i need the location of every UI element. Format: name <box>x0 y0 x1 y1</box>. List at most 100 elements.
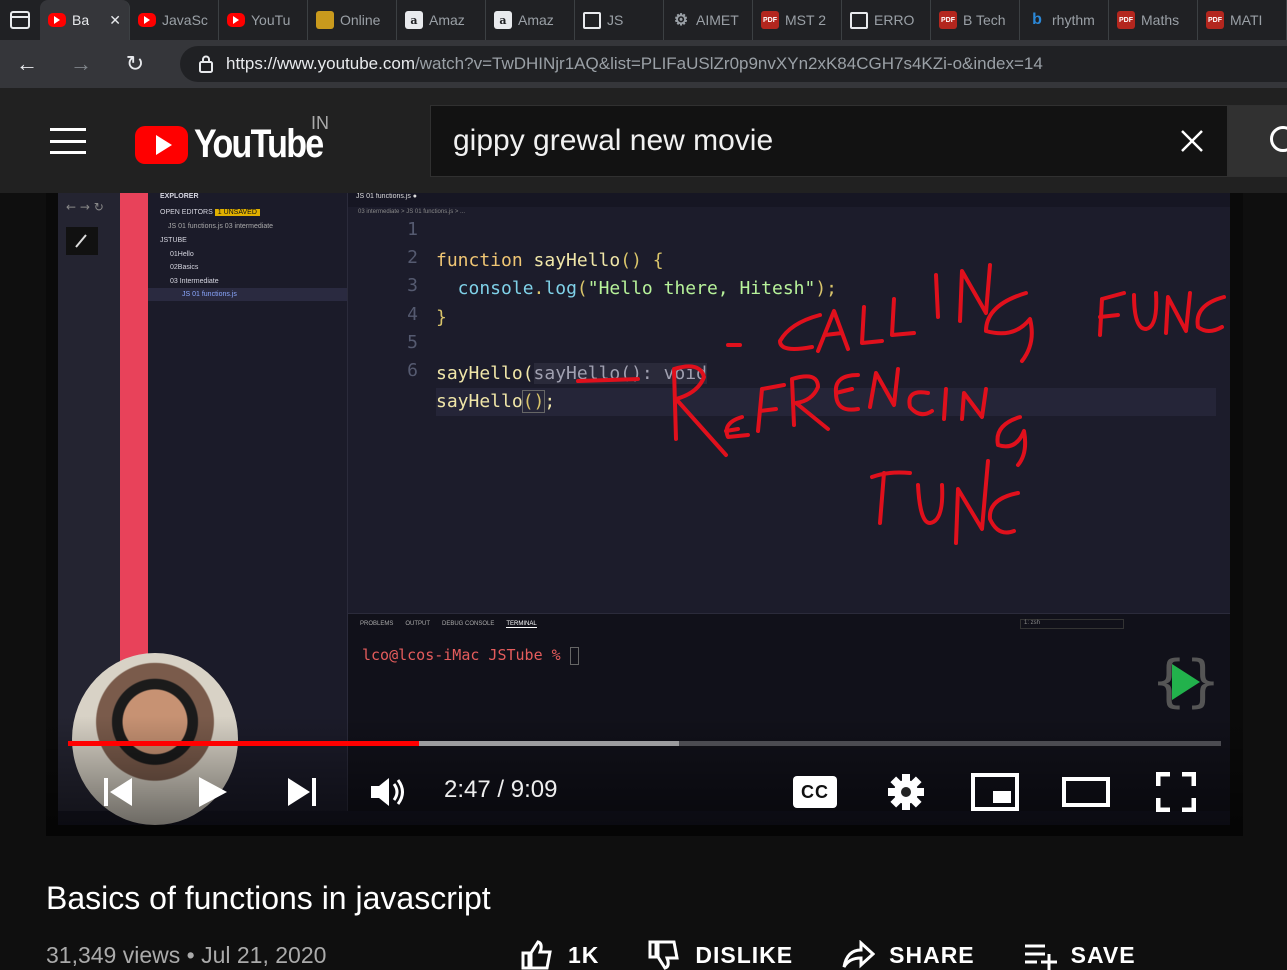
browser-tab[interactable]: Online <box>308 0 397 40</box>
playlist-add-icon <box>1024 944 1057 970</box>
browser-tab-bar: Ba ✕ JavaSc YouTu Online a Amaz a Amaz JS ⚙ AIMET PD… <box>0 0 1287 40</box>
tab-title: MATI <box>1230 12 1263 28</box>
like-button[interactable]: 1K <box>520 940 599 970</box>
tab-title: Amaz <box>518 12 554 28</box>
browser-tab[interactable]: b rhythm <box>1020 0 1109 40</box>
lock-icon <box>199 55 213 73</box>
mute-button[interactable] <box>368 770 408 814</box>
subtitles-button[interactable]: CC <box>792 770 838 814</box>
pdf-icon: PDF <box>1117 11 1135 29</box>
pdf-icon: PDF <box>939 11 957 29</box>
address-bar[interactable]: https://www.youtube.com/watch?v=TwDHINjr… <box>180 46 1287 82</box>
fullscreen-icon <box>1156 772 1196 812</box>
tab-actions-icon <box>10 11 30 29</box>
miniplayer-icon <box>971 773 1019 811</box>
search-input[interactable]: gippy grewal new movie <box>430 105 1228 177</box>
close-tab-icon[interactable]: ✕ <box>109 12 121 29</box>
browser-tab[interactable]: JS <box>575 0 664 40</box>
gear-icon: ⚙ <box>673 12 689 29</box>
youtube-play-logo-icon <box>135 125 188 164</box>
youtube-icon <box>48 13 66 27</box>
youtube-masthead: YouTube IN gippy grewal new movie <box>0 88 1287 193</box>
document-icon <box>583 11 601 29</box>
tab-title: JavaSc <box>162 12 208 28</box>
document-icon <box>850 11 868 29</box>
progress-bar[interactable] <box>68 741 1221 746</box>
theater-mode-icon <box>1062 777 1110 807</box>
dislike-button[interactable]: DISLIKE <box>647 940 793 970</box>
previous-button[interactable] <box>98 770 138 814</box>
like-count: 1K <box>568 941 600 968</box>
tab-title: B Tech <box>963 12 1006 28</box>
video-meta: 31,349 views • Jul 21, 2020 <box>46 942 327 968</box>
tab-title: Ba <box>72 12 90 28</box>
browser-tab[interactable]: PDF MATI <box>1198 0 1287 40</box>
reload-button[interactable]: ↻ <box>108 40 162 88</box>
save-button[interactable]: SAVE <box>1023 940 1136 970</box>
pdf-icon: PDF <box>1206 11 1224 29</box>
youtube-icon <box>227 13 245 27</box>
tab-title: ERRO <box>874 12 915 28</box>
browser-tab[interactable]: ⚙ AIMET <box>664 0 753 40</box>
youtube-wordmark: YouTube <box>194 122 324 166</box>
url-path: /watch?v=TwDHINjr1AQ&list=PLIFaUSlZr0p9n… <box>414 54 1043 73</box>
amazon-icon: a <box>405 11 423 29</box>
time-display: 2:47 / 9:09 <box>444 776 558 803</box>
skip-next-icon <box>288 778 316 806</box>
fullscreen-button[interactable] <box>1154 770 1198 814</box>
youtube-icon <box>138 13 156 27</box>
online-icon <box>316 11 334 29</box>
share-label: SHARE <box>889 941 975 968</box>
arrow-right-icon: → <box>70 51 92 76</box>
arrow-left-icon: ← <box>16 51 38 76</box>
url-host: https://www.youtube.com <box>226 54 415 73</box>
browser-tab[interactable]: YouTu <box>219 0 308 40</box>
browser-tab[interactable]: Ba ✕ <box>40 0 130 40</box>
video-title: Basics of functions in javascript <box>46 880 491 916</box>
save-label: SAVE <box>1070 941 1136 968</box>
next-button[interactable] <box>282 770 322 814</box>
tab-title: AIMET <box>696 12 739 28</box>
browser-tab[interactable]: ERRO <box>842 0 931 40</box>
settings-button[interactable] <box>884 770 928 814</box>
gear-icon <box>888 774 924 810</box>
browser-tab[interactable]: JavaSc <box>130 0 219 40</box>
theater-mode-button[interactable] <box>1060 770 1112 814</box>
browser-tab[interactable]: a Amaz <box>397 0 486 40</box>
tab-title: Online <box>340 12 381 28</box>
share-button[interactable]: SHARE <box>841 940 975 970</box>
play-icon <box>199 777 227 807</box>
video-player[interactable]: ← → ↻ EXPLORER OPEN EDITORS 1 UNSAVED JS… <box>46 193 1243 836</box>
url-text: https://www.youtube.com/watch?v=TwDHINjr… <box>226 54 1043 74</box>
browser-tab[interactable]: PDF Maths <box>1109 0 1198 40</box>
tab-title: rhythm <box>1052 12 1095 28</box>
tab-actions-button[interactable] <box>0 0 40 40</box>
tab-title: JS <box>607 12 624 28</box>
cc-icon: CC <box>793 776 837 808</box>
volume-icon <box>371 778 404 806</box>
miniplayer-button[interactable] <box>970 770 1020 814</box>
tab-title: Amaz <box>429 12 465 28</box>
country-code: IN <box>311 113 329 133</box>
search-query: gippy grewal new movie <box>453 124 774 157</box>
skip-previous-icon <box>104 778 132 806</box>
share-icon <box>842 940 876 969</box>
forward-button[interactable]: → <box>54 40 108 88</box>
back-button[interactable]: ← <box>0 40 54 88</box>
progress-played <box>68 741 419 746</box>
bing-icon: b <box>1032 11 1042 28</box>
browser-tab[interactable]: PDF MST 2 <box>753 0 842 40</box>
browser-tab[interactable]: a Amaz <box>486 0 575 40</box>
clear-search-icon[interactable] <box>1175 124 1209 158</box>
pdf-icon: PDF <box>761 11 779 29</box>
browser-tab[interactable]: PDF B Tech <box>931 0 1020 40</box>
play-button[interactable] <box>192 770 232 814</box>
video-actions: 1K DISLIKE SHARE SAVE <box>520 940 1136 970</box>
menu-icon[interactable] <box>50 128 86 154</box>
dislike-label: DISLIKE <box>695 941 794 968</box>
browser-toolbar: ← → ↻ https://www.youtube.com/watch?v=Tw… <box>0 40 1287 88</box>
reload-icon: ↻ <box>125 51 145 76</box>
thumbs-down-icon <box>648 940 680 970</box>
tab-title: MST 2 <box>785 12 826 28</box>
tab-title: Maths <box>1141 12 1180 28</box>
